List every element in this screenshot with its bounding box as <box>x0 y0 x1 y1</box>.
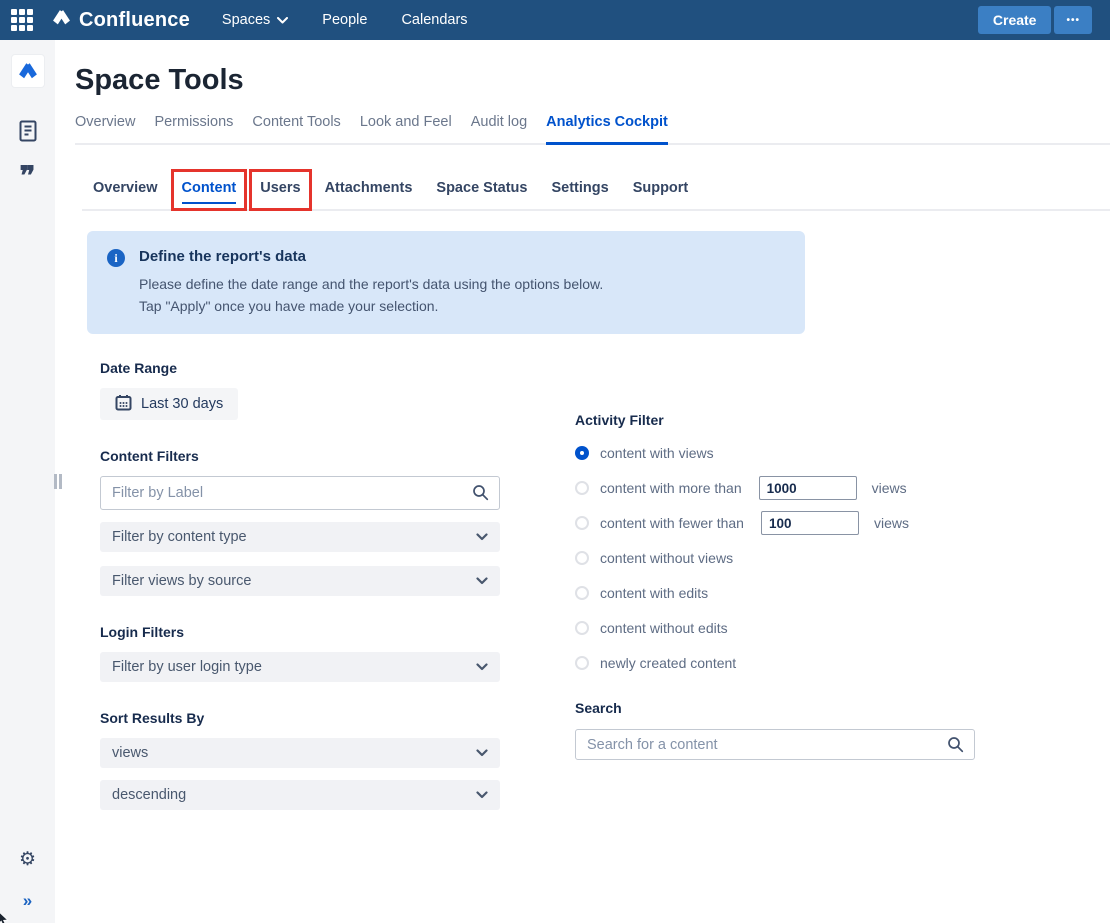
app-switcher-icon[interactable] <box>0 0 44 40</box>
sort-field-dropdown[interactable]: views <box>100 738 500 768</box>
confluence-home-link[interactable]: Confluence <box>52 8 190 32</box>
radio-unselected[interactable] <box>575 586 589 600</box>
date-range-heading: Date Range <box>100 360 500 376</box>
report-options: Date Range Last 30 days Content Filters <box>100 360 1110 810</box>
subtab-settings[interactable]: Settings <box>540 169 619 211</box>
chevron-down-icon <box>476 787 488 803</box>
more-actions-button[interactable]: ••• <box>1054 6 1092 34</box>
radio-unselected[interactable] <box>575 656 589 670</box>
confluence-logo-icon <box>52 8 71 32</box>
subtab-content-highlighted[interactable]: Content <box>171 169 248 211</box>
info-banner-body: Define the report's data Please define t… <box>139 248 603 317</box>
activity-filter-heading: Activity Filter <box>575 412 975 428</box>
info-banner-text: Please define the date range and the rep… <box>139 274 603 317</box>
radio-option-newly-created: newly created content <box>575 656 975 670</box>
subtab-overview[interactable]: Overview <box>82 169 169 211</box>
radio-option-with-edits: content with edits <box>575 586 975 600</box>
info-banner-line1: Please define the date range and the rep… <box>139 274 603 296</box>
space-tools-tabs: Overview Permissions Content Tools Look … <box>75 114 1110 145</box>
radio-unselected[interactable] <box>575 621 589 635</box>
subtab-support[interactable]: Support <box>622 169 700 211</box>
content-search-input[interactable] <box>575 729 975 760</box>
sort-results-heading: Sort Results By <box>100 710 500 726</box>
search-icon <box>947 736 964 758</box>
content-search-field <box>575 729 975 760</box>
subtab-users-highlighted[interactable]: Users <box>249 169 311 211</box>
info-icon: i <box>107 249 125 267</box>
top-navigation-bar: Confluence Spaces People Calendars Creat… <box>0 0 1110 40</box>
nav-calendars[interactable]: Calendars <box>401 12 467 28</box>
search-icon <box>472 484 489 506</box>
top-nav-links: Spaces People Calendars <box>222 12 468 28</box>
date-range-value: Last 30 days <box>141 396 223 412</box>
activity-filter-options: content with views content with more tha… <box>575 446 975 670</box>
info-banner: i Define the report's data Please define… <box>87 231 805 334</box>
date-range-button[interactable]: Last 30 days <box>100 388 238 420</box>
confluence-space-icon <box>18 61 38 81</box>
quotes-icon[interactable]: ❞ <box>0 165 55 189</box>
fewer-than-views-input[interactable] <box>761 511 859 535</box>
subtab-space-status[interactable]: Space Status <box>425 169 538 211</box>
grid-icon <box>11 9 33 31</box>
filters-column: Date Range Last 30 days Content Filters <box>100 360 500 810</box>
tab-permissions[interactable]: Permissions <box>154 114 233 143</box>
topbar-actions: Create ••• <box>978 6 1092 34</box>
main-content: Space Tools Overview Permissions Content… <box>55 40 1110 923</box>
expand-sidebar-icon[interactable]: » <box>0 891 55 911</box>
radio-option-without-views: content without views <box>575 551 975 565</box>
tab-look-and-feel[interactable]: Look and Feel <box>360 114 452 143</box>
radio-selected[interactable] <box>575 446 589 460</box>
search-heading: Search <box>575 700 975 716</box>
info-banner-line2: Tap "Apply" once you have made your sele… <box>139 296 603 318</box>
tab-overview[interactable]: Overview <box>75 114 135 143</box>
chevron-down-icon <box>476 573 488 589</box>
page-title: Space Tools <box>75 64 1110 97</box>
radio-option-content-with-views: content with views <box>575 446 975 460</box>
subtab-attachments[interactable]: Attachments <box>314 169 424 211</box>
more-than-views-input[interactable] <box>759 476 857 500</box>
create-button[interactable]: Create <box>978 6 1052 34</box>
radio-option-without-edits: content without edits <box>575 621 975 635</box>
content-type-dropdown[interactable]: Filter by content type <box>100 522 500 552</box>
space-sidebar: ❞ ⚙ » <box>0 40 55 923</box>
label-filter-field <box>100 476 500 510</box>
nav-spaces[interactable]: Spaces <box>222 12 288 28</box>
tab-analytics-cockpit[interactable]: Analytics Cockpit <box>546 114 668 143</box>
radio-option-fewer-than: content with fewer than views <box>575 516 975 530</box>
tab-audit-log[interactable]: Audit log <box>471 114 527 143</box>
tab-content-tools[interactable]: Content Tools <box>252 114 340 143</box>
calendar-icon <box>115 394 132 415</box>
chevron-down-icon <box>277 12 288 28</box>
radio-unselected[interactable] <box>575 516 589 530</box>
nav-people[interactable]: People <box>322 12 367 28</box>
chevron-down-icon <box>476 529 488 545</box>
radio-unselected[interactable] <box>575 481 589 495</box>
info-banner-title: Define the report's data <box>139 248 603 265</box>
confluence-app-window: Confluence Spaces People Calendars Creat… <box>0 0 1110 923</box>
chevron-down-icon <box>476 659 488 675</box>
settings-gear-icon[interactable]: ⚙ <box>0 850 55 869</box>
product-name: Confluence <box>79 9 190 32</box>
chevron-down-icon <box>476 745 488 761</box>
radio-unselected[interactable] <box>575 551 589 565</box>
pages-icon[interactable] <box>0 119 55 143</box>
login-filters-heading: Login Filters <box>100 624 500 640</box>
label-filter-input[interactable] <box>100 476 500 510</box>
activity-column: Activity Filter content with views conte… <box>575 412 975 810</box>
login-type-dropdown[interactable]: Filter by user login type <box>100 652 500 682</box>
space-logo[interactable] <box>12 55 44 87</box>
analytics-sub-tabs: Overview Content Users Attachments Space… <box>82 169 1110 211</box>
views-source-dropdown[interactable]: Filter views by source <box>100 566 500 596</box>
radio-option-more-than: content with more than views <box>575 481 975 495</box>
content-filters-heading: Content Filters <box>100 448 500 464</box>
sort-direction-dropdown[interactable]: descending <box>100 780 500 810</box>
mouse-cursor-icon <box>0 911 11 923</box>
